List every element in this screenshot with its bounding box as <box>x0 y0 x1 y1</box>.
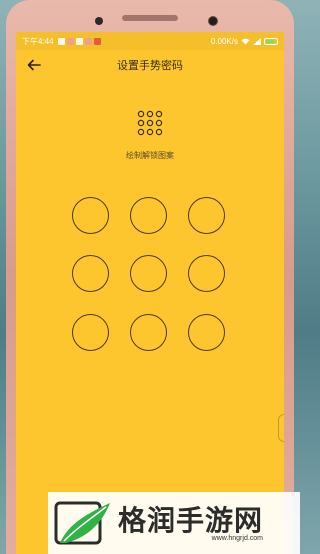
phone-speaker <box>122 15 178 21</box>
watermark-brand: 格润手游网 <box>118 503 264 537</box>
pattern-lock-grid[interactable] <box>16 32 284 432</box>
phone-sensor <box>95 17 103 25</box>
pattern-dot-4[interactable] <box>72 255 109 292</box>
pattern-dot-1[interactable] <box>72 197 109 234</box>
app-screen: 下午4:44 0.00K/s 设置手势密码 绘制解锁图案 <box>16 32 284 554</box>
edge-handle[interactable] <box>278 414 284 442</box>
site-watermark: 格润手游网 www.hngrjd.com <box>48 492 300 554</box>
watermark-url: www.hngrjd.com <box>211 534 264 542</box>
pattern-dot-8[interactable] <box>130 314 167 351</box>
leaf-logo-icon <box>54 501 110 545</box>
pattern-dot-9[interactable] <box>188 314 225 351</box>
pattern-dot-6[interactable] <box>188 255 225 292</box>
pattern-dot-7[interactable] <box>72 314 109 351</box>
pattern-dot-3[interactable] <box>188 197 225 234</box>
phone-front-camera <box>208 16 218 26</box>
pattern-dot-2[interactable] <box>130 197 167 234</box>
pattern-dot-5[interactable] <box>130 255 167 292</box>
